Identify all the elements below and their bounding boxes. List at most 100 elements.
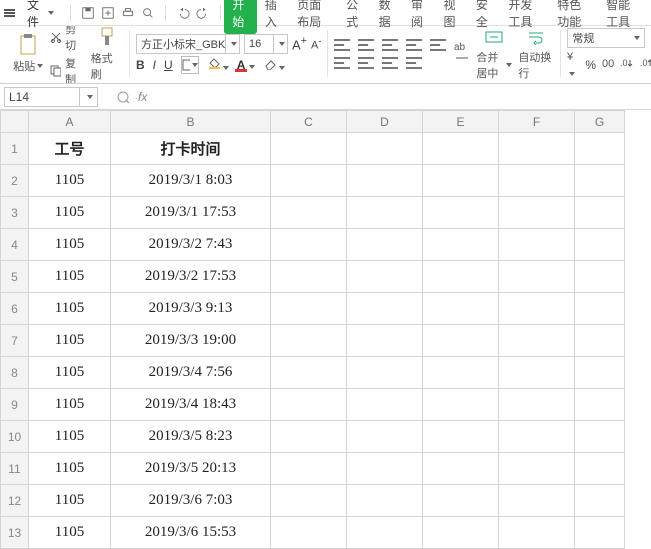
cell[interactable] [271, 133, 347, 165]
align-right-button[interactable] [382, 57, 398, 69]
cell[interactable] [499, 453, 575, 485]
cell[interactable] [347, 133, 423, 165]
cell[interactable] [423, 485, 499, 517]
cell[interactable]: 1105 [29, 293, 111, 325]
paste-button[interactable]: 粘贴 [12, 34, 44, 74]
increase-decimal-button[interactable]: .0 [620, 57, 634, 72]
column-header[interactable]: A [29, 111, 111, 133]
column-header[interactable]: G [575, 111, 625, 133]
cell[interactable] [575, 229, 625, 261]
cell[interactable] [575, 325, 625, 357]
wrap-text-button[interactable]: 自动换行 [518, 27, 554, 81]
cell[interactable] [347, 485, 423, 517]
cell[interactable] [347, 389, 423, 421]
cell[interactable]: 1105 [29, 197, 111, 229]
cell[interactable]: 2019/3/4 7:56 [111, 357, 271, 389]
cell[interactable] [347, 421, 423, 453]
cell[interactable] [575, 133, 625, 165]
cell[interactable] [271, 229, 347, 261]
cell[interactable] [271, 389, 347, 421]
cell[interactable] [423, 517, 499, 549]
cell[interactable] [347, 325, 423, 357]
number-format-select[interactable]: 常规 [567, 28, 645, 48]
clear-format-button[interactable] [263, 56, 285, 73]
cell[interactable] [499, 421, 575, 453]
row-header[interactable]: 2 [1, 165, 29, 197]
cell[interactable] [423, 229, 499, 261]
align-left-button[interactable] [334, 57, 350, 69]
cell[interactable]: 打卡时间 [111, 133, 271, 165]
align-justify-button[interactable] [406, 57, 422, 69]
row-header[interactable]: 7 [1, 325, 29, 357]
cell[interactable] [271, 357, 347, 389]
cell[interactable]: 2019/3/1 8:03 [111, 165, 271, 197]
cell[interactable] [575, 389, 625, 421]
cell[interactable] [347, 517, 423, 549]
fx-label[interactable]: fx [138, 90, 147, 104]
cell[interactable] [347, 293, 423, 325]
cell[interactable] [423, 357, 499, 389]
undo-icon[interactable] [176, 6, 190, 20]
cell[interactable] [575, 485, 625, 517]
spreadsheet-grid[interactable]: A B C D E F G 1工号打卡时间211052019/3/1 8:033… [0, 110, 651, 549]
align-top-button[interactable] [334, 39, 350, 51]
cell[interactable] [575, 165, 625, 197]
cell[interactable] [499, 357, 575, 389]
chevron-down-icon[interactable] [80, 87, 98, 107]
cell[interactable] [423, 453, 499, 485]
font-size-select[interactable]: 16 [244, 34, 288, 54]
print-icon[interactable] [121, 6, 135, 20]
cell[interactable] [575, 453, 625, 485]
cell[interactable] [347, 261, 423, 293]
column-header[interactable]: D [347, 111, 423, 133]
cell[interactable] [271, 197, 347, 229]
cell[interactable] [499, 261, 575, 293]
tab-data[interactable]: 数据 [371, 0, 403, 34]
cell[interactable] [499, 389, 575, 421]
cell[interactable]: 1105 [29, 453, 111, 485]
tab-formula[interactable]: 公式 [338, 0, 370, 34]
border-button[interactable] [181, 56, 199, 74]
decrease-decimal-button[interactable]: .0 [640, 57, 651, 72]
column-header[interactable]: C [271, 111, 347, 133]
cell[interactable]: 2019/3/5 20:13 [111, 453, 271, 485]
cell[interactable]: 2019/3/6 7:03 [111, 485, 271, 517]
cell[interactable] [271, 485, 347, 517]
row-header[interactable]: 12 [1, 485, 29, 517]
cell[interactable]: 1105 [29, 485, 111, 517]
cell[interactable] [575, 421, 625, 453]
cell[interactable] [575, 261, 625, 293]
row-header[interactable]: 1 [1, 133, 29, 165]
cell[interactable]: 1105 [29, 229, 111, 261]
name-box-input[interactable] [4, 87, 80, 107]
cell[interactable] [271, 293, 347, 325]
cell[interactable] [423, 197, 499, 229]
tab-home[interactable]: 开始 [224, 0, 256, 34]
cell[interactable] [423, 325, 499, 357]
cell[interactable]: 1105 [29, 165, 111, 197]
cell[interactable] [575, 197, 625, 229]
column-header[interactable]: F [499, 111, 575, 133]
cell[interactable] [499, 485, 575, 517]
save-icon[interactable] [81, 6, 95, 20]
cell[interactable]: 2019/3/6 15:53 [111, 517, 271, 549]
align-center-button[interactable] [358, 57, 374, 69]
cell[interactable]: 2019/3/3 9:13 [111, 293, 271, 325]
cell[interactable] [423, 261, 499, 293]
cell[interactable]: 2019/3/2 7:43 [111, 229, 271, 261]
align-bottom-button[interactable] [382, 39, 398, 51]
fx-helper-icon[interactable] [116, 90, 130, 104]
cell[interactable] [423, 165, 499, 197]
cell[interactable]: 2019/3/5 8:23 [111, 421, 271, 453]
bold-button[interactable]: B [136, 58, 145, 72]
grow-font-button[interactable]: A+ [292, 35, 307, 52]
cell[interactable] [575, 357, 625, 389]
redo-icon[interactable] [196, 6, 210, 20]
orientation-button[interactable]: ab [454, 38, 470, 69]
shrink-font-button[interactable]: A- [311, 36, 321, 52]
cell[interactable] [499, 229, 575, 261]
cell[interactable]: 2019/3/1 17:53 [111, 197, 271, 229]
font-color-button[interactable]: A [237, 58, 256, 72]
cell[interactable] [347, 229, 423, 261]
cell[interactable]: 1105 [29, 517, 111, 549]
